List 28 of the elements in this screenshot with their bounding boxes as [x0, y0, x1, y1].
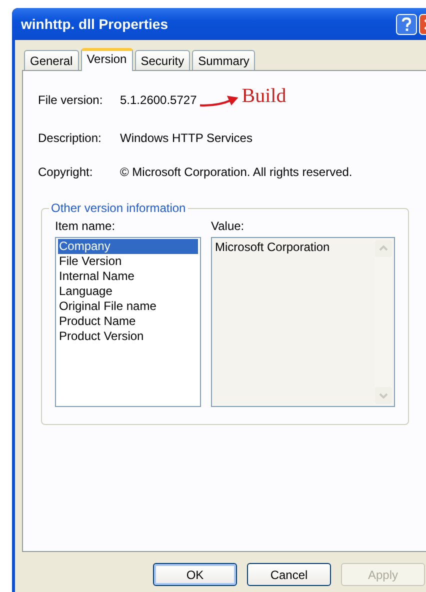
- field-label: Description:: [38, 131, 102, 145]
- tab[interactable]: Version: [80, 48, 133, 71]
- tab[interactable]: General: [24, 50, 79, 70]
- group-title: Other version information: [50, 201, 187, 215]
- annotation-text: Build: [242, 85, 286, 108]
- value-text: Microsoft Corporation: [215, 240, 330, 256]
- column-header: Value:: [211, 219, 246, 235]
- list-item[interactable]: Language: [58, 284, 198, 299]
- list-item[interactable]: Internal Name: [58, 269, 198, 284]
- dialog-button[interactable]: OK: [153, 563, 237, 586]
- help-icon[interactable]: [396, 14, 417, 34]
- window-title: winhttp. dll Properties: [21, 16, 168, 32]
- dialog-button[interactable]: Cancel: [247, 563, 331, 586]
- field-label: File version:: [38, 93, 104, 107]
- field-value: © Microsoft Corporation. All rights reserved.: [120, 165, 352, 179]
- tab[interactable]: Security: [134, 50, 190, 70]
- list-item[interactable]: Company: [58, 239, 198, 254]
- list-box[interactable]: Company File Version Internal Name Language Original File name Product Name Product Version: [55, 237, 201, 407]
- arrow-icon: [200, 93, 240, 109]
- list-item[interactable]: Original File name: [58, 299, 198, 314]
- list-item[interactable]: Product Name: [58, 314, 198, 329]
- list-item[interactable]: Product Version: [58, 329, 198, 344]
- field-value: Windows HTTP Services: [120, 131, 252, 145]
- field-value: 5.1.2600.5727: [120, 93, 197, 107]
- list-item[interactable]: File Version: [58, 254, 198, 269]
- field-label: Copyright:: [38, 165, 94, 179]
- column-header: Item name:: [55, 219, 116, 235]
- tab[interactable]: Summary: [192, 50, 256, 70]
